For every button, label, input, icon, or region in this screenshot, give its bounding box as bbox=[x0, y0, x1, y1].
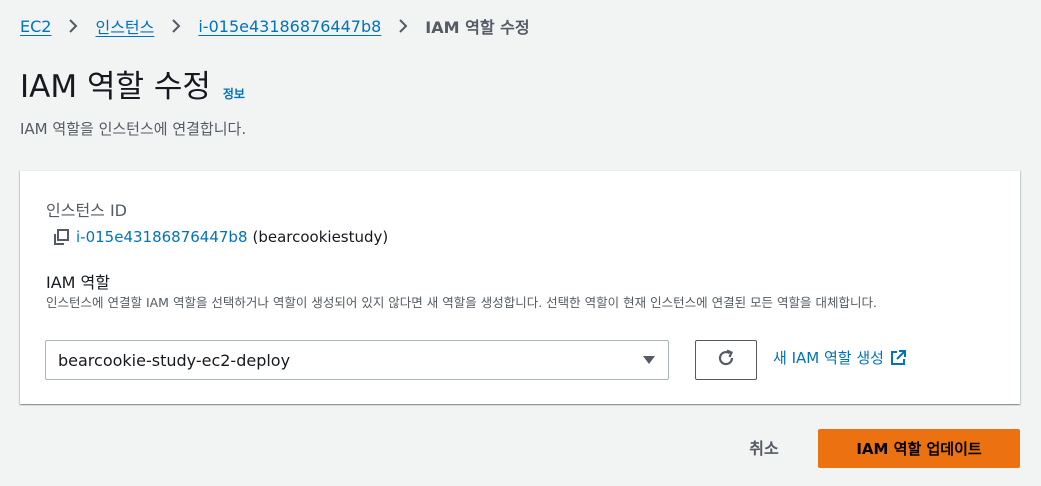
iam-role-label: IAM 역할 bbox=[46, 273, 110, 292]
page-header: IAM 역할 수정 정보 bbox=[20, 66, 245, 108]
caret-down-icon bbox=[642, 355, 656, 365]
instance-id-label: 인스턴스 ID bbox=[46, 201, 128, 220]
create-iam-role-label: 새 IAM 역할 생성 bbox=[773, 349, 884, 367]
iam-role-description: 인스턴스에 연결할 IAM 역할을 선택하거나 역할이 생성되어 있지 않다면 … bbox=[46, 295, 877, 310]
cancel-button[interactable]: 취소 bbox=[728, 432, 800, 462]
chevron-right-icon bbox=[389, 16, 417, 36]
instance-name: (bearcookiestudy) bbox=[252, 228, 389, 246]
role-form-panel: 인스턴스 ID i-015e43186876447b8 (bearcookies… bbox=[20, 170, 1020, 404]
info-link[interactable]: 정보 bbox=[223, 85, 245, 102]
update-iam-role-button[interactable]: IAM 역할 업데이트 bbox=[818, 429, 1020, 468]
breadcrumb-instances[interactable]: 인스턴스 bbox=[95, 14, 154, 38]
breadcrumb-current: IAM 역할 수정 bbox=[425, 18, 530, 37]
instance-row: i-015e43186876447b8 (bearcookiestudy) bbox=[52, 228, 388, 246]
iam-role-select[interactable]: bearcookie-study-ec2-deploy bbox=[45, 340, 669, 380]
copy-icon[interactable] bbox=[52, 228, 70, 246]
page-description: IAM 역할을 인스턴스에 연결합니다. bbox=[20, 120, 247, 138]
chevron-right-icon bbox=[162, 16, 190, 36]
page-title: IAM 역할 수정 bbox=[20, 69, 211, 105]
create-iam-role-link[interactable]: 새 IAM 역할 생성 bbox=[773, 347, 906, 368]
chevron-right-icon bbox=[59, 16, 87, 36]
instance-id-link[interactable]: i-015e43186876447b8 bbox=[76, 228, 247, 246]
refresh-button[interactable] bbox=[695, 340, 757, 380]
breadcrumb-ec2[interactable]: EC2 bbox=[20, 17, 51, 36]
external-link-icon bbox=[890, 349, 906, 366]
refresh-icon bbox=[716, 348, 736, 372]
breadcrumb-instance-id[interactable]: i-015e43186876447b8 bbox=[198, 17, 381, 36]
iam-role-select-value: bearcookie-study-ec2-deploy bbox=[58, 350, 291, 370]
breadcrumb: EC2 인스턴스 i-015e43186876447b8 IAM 역할 수정 bbox=[20, 14, 530, 38]
